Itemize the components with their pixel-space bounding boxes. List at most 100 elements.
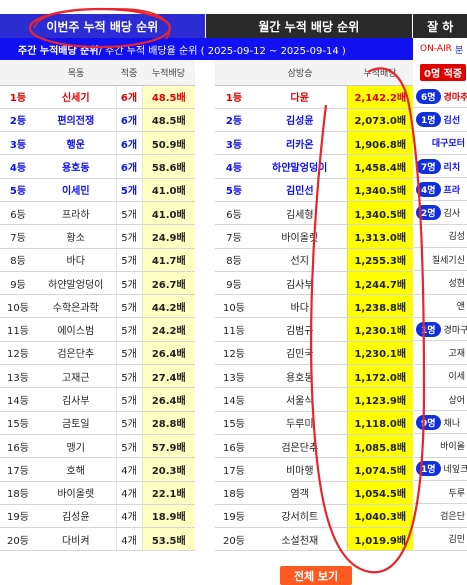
player-name[interactable]: 염객	[253, 481, 347, 505]
player-name[interactable]: 바다	[253, 294, 347, 319]
player-name[interactable]: 행운	[36, 131, 116, 156]
table-row[interactable]: 15등 두루미 1,118.0배	[215, 411, 413, 435]
player-name[interactable]: 신세기	[36, 85, 116, 109]
player-name[interactable]: 강서히트	[253, 504, 347, 529]
table-row[interactable]: 3등 리카온 1,906.8배	[215, 131, 413, 156]
table-row[interactable]: 6등 프라하 5개 41.0배	[0, 201, 195, 226]
player-name[interactable]: 김사부	[36, 387, 116, 412]
table-row[interactable]: 12등 검은단추 5개 26.4배	[0, 341, 195, 366]
side-row[interactable]: 김민	[414, 528, 467, 551]
side-row[interactable]: 4명 프라	[414, 178, 467, 202]
table-row[interactable]: 18등 바이올렛 4개 22.1배	[0, 481, 195, 505]
table-row[interactable]: 4등 용호동 6개 58.6배	[0, 154, 195, 179]
sub-tab-weekly-rate[interactable]: / 주간 누적 배당율 순위 ( 2025-09-12 ~ 2025-09-14…	[99, 42, 346, 57]
player-name[interactable]: 바이올렛	[36, 481, 116, 505]
player-name[interactable]: 맹기	[36, 434, 116, 459]
player-name[interactable]: 편의전쟁	[36, 108, 116, 133]
player-name[interactable]: 검은단추	[253, 434, 347, 459]
player-name[interactable]: 검은단추	[36, 341, 116, 366]
player-name[interactable]: 에이스범	[36, 317, 116, 342]
sub-tab-weekly-cumulative[interactable]: 주간 누적배당 순위	[18, 42, 99, 57]
player-name[interactable]: 김범규	[253, 317, 347, 342]
table-row[interactable]: 7등 황소 5개 24.9배	[0, 224, 195, 249]
table-row[interactable]: 5등 이세민 5개 41.0배	[0, 178, 195, 202]
table-row[interactable]: 16등 검은단추 1,085.8배	[215, 434, 413, 459]
player-name[interactable]: 선지	[253, 248, 347, 272]
table-row[interactable]: 1등 신세기 6개 48.5배	[0, 85, 195, 109]
player-name[interactable]: 호해	[36, 457, 116, 482]
player-name[interactable]: 김사부	[253, 271, 347, 296]
player-name[interactable]: 김민선	[253, 178, 347, 202]
side-row[interactable]: 1명네잎크로	[414, 458, 467, 482]
table-row[interactable]: 20등 소설천재 1,019.9배	[215, 527, 413, 552]
tab-third[interactable]: 잘 하	[413, 14, 467, 38]
side-row[interactable]: 성현	[414, 271, 467, 295]
table-row[interactable]: 13등 고재근 5개 27.4배	[0, 364, 195, 389]
player-name[interactable]: 바이올렛	[253, 224, 347, 249]
table-row[interactable]: 10등 바다 1,238.8배	[215, 294, 413, 319]
side-row[interactable]: 김성	[414, 225, 467, 249]
table-row[interactable]: 19등 김성윤 4개 18.9배	[0, 504, 195, 529]
side-row[interactable]: 바이올	[414, 434, 467, 458]
player-name[interactable]: 김성윤	[253, 108, 347, 133]
table-row[interactable]: 8등 바다 5개 41.7배	[0, 248, 195, 272]
table-row[interactable]: 20등 다비켜 4개 53.5배	[0, 527, 195, 552]
table-row[interactable]: 17등 비마행 1,074.5배	[215, 457, 413, 482]
table-row[interactable]: 6등 김세형 1,340.5배	[215, 201, 413, 226]
player-name[interactable]: 프라하	[36, 201, 116, 226]
player-name[interactable]: 다윤	[253, 85, 347, 109]
table-row[interactable]: 18등 염객 1,054.5배	[215, 481, 413, 505]
side-row[interactable]: 질세기신	[414, 248, 467, 272]
side-row[interactable]: 두루	[414, 481, 467, 505]
table-row[interactable]: 17등 호해 4개 20.3배	[0, 457, 195, 482]
side-row[interactable]: 검은단	[414, 504, 467, 528]
table-row[interactable]: 19등 강서히트 1,040.3배	[215, 504, 413, 529]
player-name[interactable]: 용호동	[253, 364, 347, 389]
side-row[interactable]: 1명경마구력	[414, 318, 467, 342]
player-name[interactable]: 수학은과학	[36, 294, 116, 319]
table-row[interactable]: 8등 선지 1,255.3배	[215, 248, 413, 272]
table-row[interactable]: 14등 서울식 1,123.9배	[215, 387, 413, 412]
player-name[interactable]: 금토일	[36, 411, 116, 435]
table-row[interactable]: 9등 김사부 1,244.7배	[215, 271, 413, 296]
table-row[interactable]: 12등 김민국 1,230.1배	[215, 341, 413, 366]
table-row[interactable]: 13등 용호동 1,172.0배	[215, 364, 413, 389]
player-name[interactable]: 황소	[36, 224, 116, 249]
table-row[interactable]: 3등 행운 6개 50.9배	[0, 131, 195, 156]
tab-weekly-ranking[interactable]: 이번주 누적 배당 순위	[0, 14, 205, 38]
table-row[interactable]: 11등 김범규 1,230.1배	[215, 317, 413, 342]
table-row[interactable]: 15등 금토일 5개 28.8배	[0, 411, 195, 435]
player-name[interactable]: 하얀말엉덩이	[253, 154, 347, 179]
table-row[interactable]: 1등 다윤 2,142.2배	[215, 85, 413, 109]
table-row[interactable]: 7등 바이올렛 1,313.0배	[215, 224, 413, 249]
player-name[interactable]: 고재근	[36, 364, 116, 389]
player-name[interactable]: 김세형	[253, 201, 347, 226]
side-row[interactable]: 대구모터	[414, 132, 467, 155]
table-row[interactable]: 5등 김민선 1,340.5배	[215, 178, 413, 202]
table-row[interactable]: 4등 하얀말엉덩이 1,458.4배	[215, 154, 413, 179]
side-row[interactable]: 앤	[414, 295, 467, 318]
table-row[interactable]: 14등 김사부 5개 26.4배	[0, 387, 195, 412]
player-name[interactable]: 김민국	[253, 341, 347, 366]
table-row[interactable]: 9등 하얀말엉덩이 5개 26.7배	[0, 271, 195, 296]
table-row[interactable]: 2등 편의전쟁 6개 48.5배	[0, 108, 195, 133]
player-name[interactable]: 소설천재	[253, 527, 347, 552]
side-row[interactable]: 상어	[414, 388, 467, 412]
side-row[interactable]: 이세	[414, 365, 467, 388]
player-name[interactable]: 바다	[36, 248, 116, 272]
view-all-button[interactable]: 전체 보기	[280, 566, 352, 585]
player-name[interactable]: 리카온	[253, 131, 347, 156]
table-row[interactable]: 10등 수학은과학 5개 44.2배	[0, 294, 195, 319]
side-row[interactable]: 7명 리치	[414, 155, 467, 179]
player-name[interactable]: 비마행	[253, 457, 347, 482]
table-row[interactable]: 2등 김성윤 2,073.0배	[215, 108, 413, 133]
player-name[interactable]: 김성윤	[36, 504, 116, 529]
player-name[interactable]: 용호동	[36, 154, 116, 179]
side-row[interactable]: 2명 김사	[414, 201, 467, 225]
tab-monthly-ranking[interactable]: 월간 누적 배당 순위	[205, 14, 413, 38]
side-row[interactable]: 1명 김선	[414, 108, 467, 132]
side-row[interactable]: 9명 채나	[414, 411, 467, 435]
player-name[interactable]: 이세민	[36, 178, 116, 202]
side-row[interactable]: 6명 경마추	[414, 85, 467, 109]
player-name[interactable]: 서울식	[253, 387, 347, 412]
